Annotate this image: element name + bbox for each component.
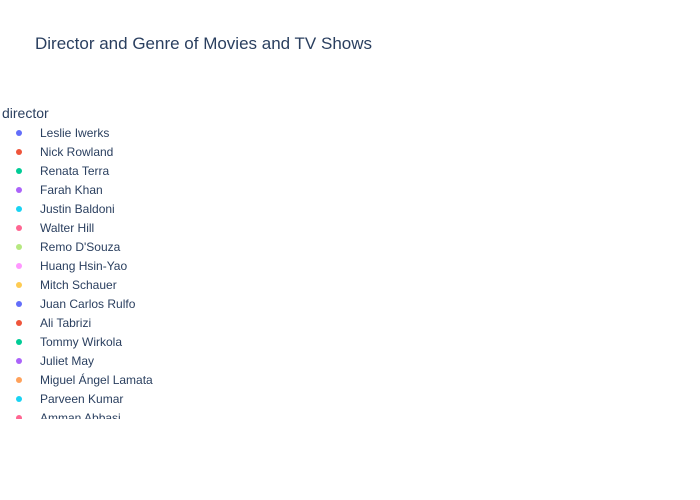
- legend-marker: [16, 149, 22, 155]
- legend-label: Huang Hsin-Yao: [40, 259, 128, 273]
- legend-item[interactable]: Justin Baldoni: [0, 201, 240, 220]
- legend-item[interactable]: Amman Abbasi: [0, 410, 240, 419]
- legend-marker: [16, 130, 22, 136]
- legend-label: Miguel Ángel Lamata: [40, 373, 153, 387]
- legend-item[interactable]: Renata Terra: [0, 163, 240, 182]
- legend-marker: [16, 187, 22, 193]
- legend-title: director: [2, 105, 49, 121]
- legend-item[interactable]: Parveen Kumar: [0, 391, 240, 410]
- legend-label: Amman Abbasi: [40, 411, 121, 419]
- legend: director Leslie Iwerks Nick Rowland Renata…: [0, 103, 240, 419]
- legend-label: Mitch Schauer: [40, 278, 117, 292]
- legend-item[interactable]: Remo D'Souza: [0, 239, 240, 258]
- legend-label: Juliet May: [40, 354, 95, 368]
- legend-marker: [16, 206, 22, 212]
- legend-marker: [16, 320, 22, 326]
- legend-item[interactable]: Tommy Wirkola: [0, 334, 240, 353]
- legend-marker: [16, 377, 22, 383]
- legend-label: Justin Baldoni: [40, 202, 115, 216]
- legend-label: Tommy Wirkola: [40, 335, 123, 349]
- plot-area: [250, 80, 670, 420]
- legend-marker: [16, 358, 22, 364]
- legend-item[interactable]: Nick Rowland: [0, 144, 240, 163]
- legend-item[interactable]: Ali Tabrizi: [0, 315, 240, 334]
- legend-marker: [16, 282, 22, 288]
- legend-item[interactable]: Huang Hsin-Yao: [0, 258, 240, 277]
- legend-items: Leslie Iwerks Nick Rowland Renata Terra Far…: [0, 125, 240, 419]
- legend-marker: [16, 225, 22, 231]
- legend-label: Farah Khan: [40, 183, 103, 197]
- legend-label: Parveen Kumar: [40, 392, 124, 406]
- legend-label: Walter Hill: [40, 221, 95, 235]
- legend-label: Juan Carlos Rulfo: [40, 297, 136, 311]
- legend-marker: [16, 415, 22, 419]
- legend-label: Remo D'Souza: [40, 240, 121, 254]
- legend-item[interactable]: Miguel Ángel Lamata: [0, 372, 240, 391]
- legend-marker: [16, 301, 22, 307]
- legend-label: Renata Terra: [40, 164, 110, 178]
- legend-item[interactable]: Juliet May: [0, 353, 240, 372]
- legend-item[interactable]: Walter Hill: [0, 220, 240, 239]
- legend-item[interactable]: Farah Khan: [0, 182, 240, 201]
- legend-label: Ali Tabrizi: [40, 316, 92, 330]
- legend-item[interactable]: Leslie Iwerks: [0, 125, 240, 144]
- legend-marker: [16, 168, 22, 174]
- legend-marker: [16, 263, 22, 269]
- legend-item[interactable]: Mitch Schauer: [0, 277, 240, 296]
- legend-item[interactable]: Juan Carlos Rulfo: [0, 296, 240, 315]
- legend-marker: [16, 244, 22, 250]
- legend-label: Nick Rowland: [40, 145, 114, 159]
- legend-label: Leslie Iwerks: [40, 126, 110, 140]
- chart-title: Director and Genre of Movies and TV Show…: [35, 34, 373, 53]
- legend-marker: [16, 396, 22, 402]
- legend-marker: [16, 339, 22, 345]
